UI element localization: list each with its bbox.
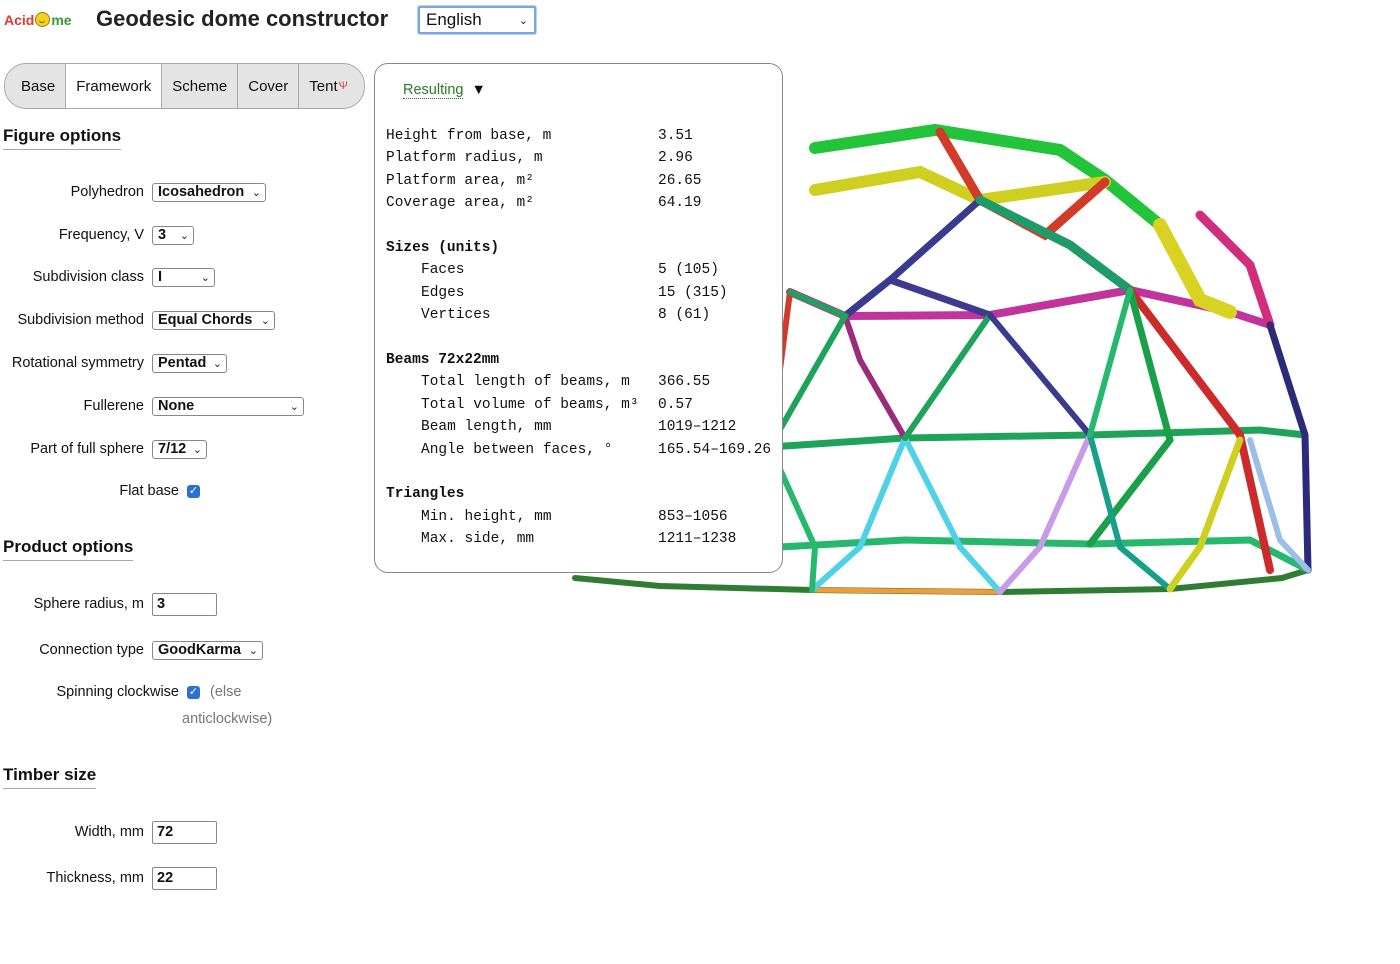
tab-base[interactable]: Base <box>5 64 67 108</box>
chevron-down-icon: ⌄ <box>179 229 189 242</box>
flat-base-row: Flat base ✓ <box>119 483 200 499</box>
connection-type-select[interactable]: GoodKarma ⌄ <box>152 640 263 660</box>
chevron-down-icon: ⌄ <box>212 357 222 370</box>
chevron-down-icon: ⌄ <box>260 314 270 327</box>
figure-options-title: Figure options <box>3 126 122 150</box>
chevron-down-icon: ⌄ <box>289 400 299 413</box>
polyhedron-select[interactable]: Icosahedron ⌄ <box>152 182 266 202</box>
width-input[interactable]: 72 <box>152 820 217 844</box>
part-of-sphere-select[interactable]: 7/12 ⌄ <box>152 439 207 459</box>
rotational-symmetry-row: Rotational symmetry Pentad ⌄ <box>0 352 227 374</box>
chevron-down-icon: ⌄ <box>248 644 258 657</box>
triangles-heading: Triangles <box>386 486 465 502</box>
subdivision-class-select[interactable]: I ⌄ <box>152 267 215 287</box>
width-row: Width, mm 72 <box>0 820 217 844</box>
language-select[interactable]: English ⌄ <box>418 6 536 34</box>
polyhedron-row: Polyhedron Icosahedron ⌄ <box>0 181 266 203</box>
tab-framework[interactable]: Framework <box>66 64 163 108</box>
results-panel: Resulting ▼ Height from base, m 3.51 Pla… <box>374 63 783 573</box>
psi-icon: Ψ <box>338 80 348 92</box>
chevron-down-icon: ⌄ <box>200 271 210 284</box>
part-of-sphere-row: Part of full sphere 7/12 ⌄ <box>0 438 207 460</box>
spinning-row: Spinning clockwise ✓ (else <box>56 684 242 700</box>
chevron-down-icon: ⌄ <box>518 14 528 27</box>
tab-cover[interactable]: Cover <box>238 64 300 108</box>
tab-tent[interactable]: Tent Ψ <box>299 64 364 108</box>
subdivision-class-row: Subdivision class I ⌄ <box>0 266 215 288</box>
product-options-title: Product options <box>3 537 134 561</box>
frequency-row: Frequency, V 3 ⌄ <box>0 224 194 246</box>
subdivision-method-row: Subdivision method Equal Chords ⌄ <box>0 309 275 331</box>
thickness-row: Thickness, mm 22 <box>0 866 217 890</box>
spinning-clockwise-checkbox[interactable]: ✓ <box>187 685 200 699</box>
acidome-logo[interactable]: Acid me <box>4 12 72 28</box>
timber-size-title: Timber size <box>3 765 97 789</box>
connection-type-row: Connection type GoodKarma ⌄ <box>0 639 263 661</box>
subdivision-method-select[interactable]: Equal Chords ⌄ <box>152 310 275 330</box>
fullerene-select[interactable]: None ⌄ <box>152 396 304 416</box>
chevron-down-icon: ⌄ <box>251 186 261 199</box>
tab-bar: Base Framework Scheme Cover Tent Ψ <box>4 63 365 109</box>
beams-heading: Beams 72x22mm <box>386 352 500 368</box>
frequency-select[interactable]: 3 ⌄ <box>152 225 194 245</box>
spinning-note: (else <box>210 684 242 700</box>
fullerene-row: Fullerene None ⌄ <box>0 395 304 417</box>
page-title: Geodesic dome constructor <box>96 6 389 31</box>
rotational-symmetry-select[interactable]: Pentad ⌄ <box>152 353 227 373</box>
thickness-input[interactable]: 22 <box>152 866 217 890</box>
spinning-note-cont: anticlockwise) <box>182 711 273 727</box>
smiley-icon <box>35 12 51 27</box>
chevron-down-icon: ⌄ <box>192 443 202 456</box>
triangle-down-icon: ▼ <box>471 82 486 98</box>
resulting-toggle[interactable]: Resulting ▼ <box>403 82 486 99</box>
sizes-heading: Sizes (units) <box>386 240 500 256</box>
flat-base-checkbox[interactable]: ✓ <box>187 484 200 498</box>
sphere-radius-input[interactable]: 3 <box>152 592 217 616</box>
sphere-radius-row: Sphere radius, m 3 <box>0 592 217 616</box>
tab-scheme[interactable]: Scheme <box>162 64 239 108</box>
